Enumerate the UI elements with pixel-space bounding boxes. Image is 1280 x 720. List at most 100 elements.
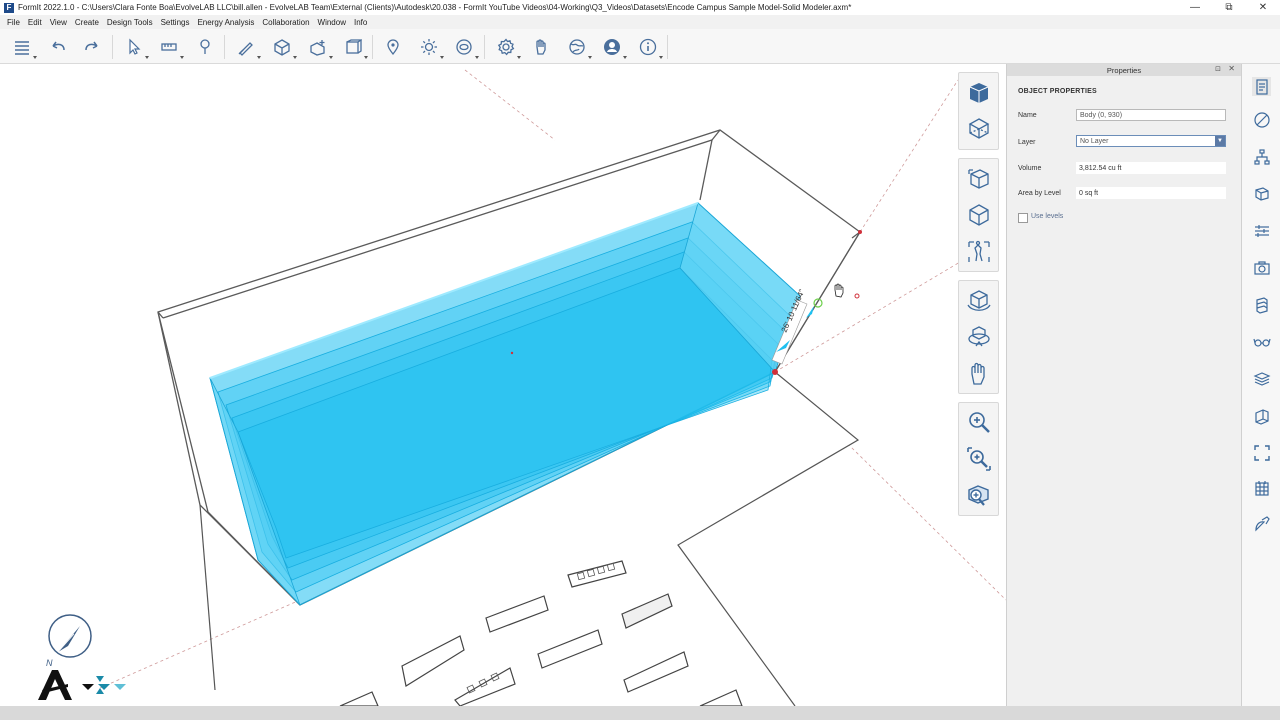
visual-styles-icon[interactable] <box>1252 332 1271 351</box>
sun-icon[interactable] <box>417 35 444 59</box>
info-icon[interactable] <box>636 35 663 59</box>
stacked-layers-icon[interactable] <box>1252 369 1271 388</box>
properties-panel: Properties ⊡ ✕ OBJECT PROPERTIES Name Bo… <box>1006 64 1241 706</box>
measure-icon[interactable] <box>157 35 184 59</box>
main-toolbar <box>0 29 1280 64</box>
area-by-level-value: 0 sq ft <box>1076 187 1226 199</box>
pin-panel-icon[interactable]: ⊡ <box>1215 65 1221 73</box>
table-block <box>485 595 549 633</box>
close-panel-icon[interactable]: ✕ <box>1228 64 1235 73</box>
layers-icon[interactable] <box>10 35 37 59</box>
table-block <box>537 629 603 669</box>
zoom-icon[interactable] <box>965 408 993 436</box>
groups-tree-icon[interactable] <box>1252 147 1271 166</box>
menu-create[interactable]: Create <box>75 18 99 27</box>
autodesk-logo <box>38 670 72 700</box>
close-button[interactable]: ✕ <box>1246 0 1280 15</box>
compass-north-label: N <box>46 658 53 668</box>
solid-tools-icon[interactable] <box>306 35 333 59</box>
scene-canvas[interactable]: 26' 10 11/64" N <box>0 64 1006 706</box>
orbit-icon[interactable] <box>965 286 993 314</box>
zoom-window-icon[interactable] <box>965 445 993 473</box>
globe-icon[interactable] <box>565 35 592 59</box>
calendar-grid-icon[interactable] <box>1252 478 1271 497</box>
sketch-icon[interactable] <box>234 35 261 59</box>
window-controls: — ⧉ ✕ <box>1178 0 1280 15</box>
view-360-icon[interactable] <box>452 35 479 59</box>
table-block <box>699 689 743 706</box>
orbit-group <box>958 280 999 394</box>
view-cube-front-icon[interactable] <box>965 79 993 107</box>
properties-title: Properties <box>1106 65 1142 75</box>
properties-panel-icon[interactable] <box>1252 77 1271 96</box>
volume-label: Volume <box>1018 165 1042 172</box>
layer-select[interactable]: No Layer ▼ <box>1076 135 1226 147</box>
3d-viewport[interactable]: 26' 10 11/64" N <box>0 64 1006 706</box>
chevron-down-icon[interactable]: ▼ <box>1215 136 1225 146</box>
zoom-extents-icon[interactable] <box>965 482 993 510</box>
select-icon[interactable] <box>122 35 149 59</box>
window-title: FormIt 2022.1.0 - C:\Users\Clara Fonte B… <box>18 3 852 12</box>
cube-icon[interactable] <box>270 35 297 59</box>
place-object-icon[interactable] <box>193 35 217 59</box>
table-block <box>623 651 689 693</box>
use-levels-label[interactable]: Use levels <box>1031 213 1063 220</box>
array-icon[interactable] <box>341 35 368 59</box>
view-mode-group <box>958 158 999 272</box>
evolvelab-logo <box>82 676 126 694</box>
bench-block <box>454 667 516 706</box>
maximize-button[interactable]: ⧉ <box>1212 0 1246 15</box>
perspective-cube-icon[interactable] <box>965 164 993 192</box>
user-icon[interactable] <box>600 35 627 59</box>
levels-icon[interactable] <box>1252 295 1271 314</box>
settings-icon[interactable] <box>494 35 521 59</box>
walk-icon[interactable] <box>965 238 993 266</box>
zoom-group <box>958 402 999 516</box>
bench-block <box>567 560 627 588</box>
gesture-icon[interactable] <box>529 35 553 59</box>
menu-info[interactable]: Info <box>354 18 367 27</box>
use-levels-checkbox[interactable] <box>1018 213 1028 223</box>
object-properties-heading: OBJECT PROPERTIES <box>1018 88 1097 95</box>
components-icon[interactable] <box>1252 184 1271 203</box>
formit-logo-icon: F <box>4 2 14 13</box>
menu-edit[interactable]: Edit <box>28 18 42 27</box>
volume-value: 3,812.54 cu ft <box>1076 162 1226 174</box>
menu-file[interactable]: File <box>7 18 20 27</box>
minimize-button[interactable]: — <box>1178 0 1212 15</box>
menu-energy-analysis[interactable]: Energy Analysis <box>197 18 254 27</box>
hand-cursor-icon <box>834 283 844 298</box>
location-icon[interactable] <box>381 35 405 59</box>
dynamo-icon[interactable] <box>1252 406 1271 425</box>
status-bar <box>0 706 1280 720</box>
wireframe-cube-icon[interactable] <box>965 115 993 143</box>
menu-settings[interactable]: Settings <box>161 18 190 27</box>
table-block <box>339 691 379 706</box>
iso-cube-icon[interactable] <box>965 201 993 229</box>
name-label: Name <box>1018 112 1037 119</box>
area-by-level-label: Area by Level <box>1018 190 1061 197</box>
satellite-icon[interactable] <box>1252 514 1271 533</box>
menu-collaboration[interactable]: Collaboration <box>262 18 309 27</box>
table-block <box>621 593 673 629</box>
title-bar: F FormIt 2022.1.0 - C:\Users\Clara Fonte… <box>0 0 1280 15</box>
name-field[interactable]: Body (0, 930) <box>1076 109 1226 121</box>
undo-icon[interactable] <box>46 35 70 59</box>
redo-icon[interactable] <box>80 35 104 59</box>
fullscreen-icon[interactable] <box>1252 443 1271 462</box>
compass-icon <box>48 614 92 658</box>
layers-panel-icon[interactable] <box>1252 221 1271 240</box>
menu-bar: File Edit View Create Design Tools Setti… <box>0 15 1280 29</box>
look-around-icon[interactable] <box>965 323 993 351</box>
layer-select-value: No Layer <box>1080 137 1109 145</box>
formit-app: F FormIt 2022.1.0 - C:\Users\Clara Fonte… <box>0 0 1280 720</box>
menu-view[interactable]: View <box>50 18 67 27</box>
menu-design-tools[interactable]: Design Tools <box>107 18 153 27</box>
right-panel-strip <box>1241 64 1280 706</box>
materials-icon[interactable] <box>1252 110 1271 129</box>
view-cube-group <box>958 72 999 150</box>
menu-window[interactable]: Window <box>318 18 346 27</box>
pan-hand-icon[interactable] <box>965 360 993 388</box>
scenes-icon[interactable] <box>1252 258 1271 277</box>
properties-header: Properties ⊡ ✕ <box>1007 64 1241 76</box>
